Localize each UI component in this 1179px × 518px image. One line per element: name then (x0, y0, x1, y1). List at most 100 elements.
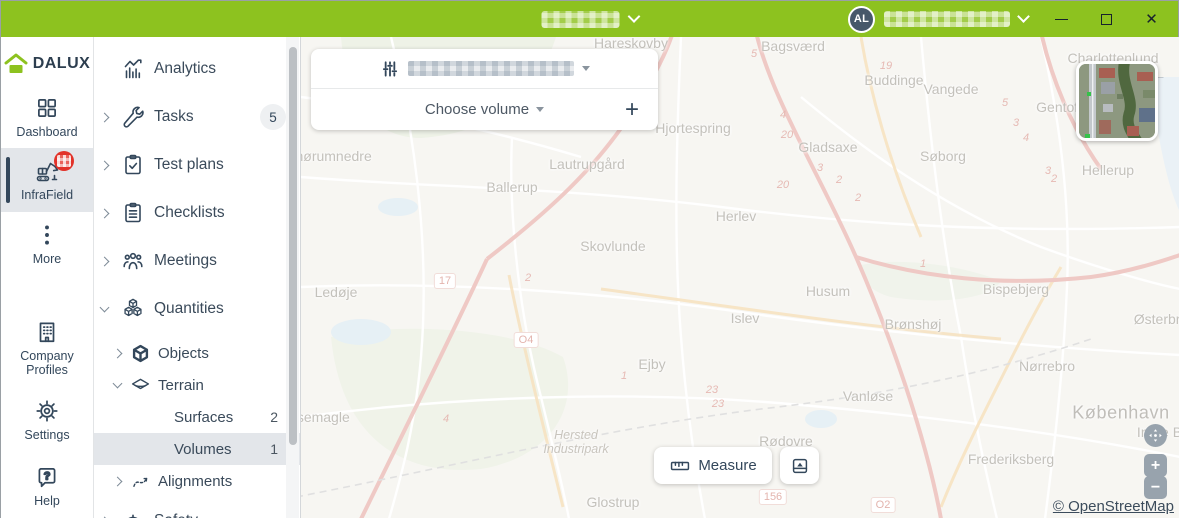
nav-item-label: Tasks (154, 108, 194, 126)
chevron-right-icon (101, 210, 121, 217)
nav-item-volumes[interactable]: Volumes1 (94, 433, 300, 465)
nav-item-quantities[interactable]: Quantities (94, 285, 300, 333)
nav-scrollbar (286, 37, 299, 518)
wrench-icon (121, 105, 145, 129)
project-dropdown[interactable] (541, 1, 638, 37)
nav-item-label: Quantities (154, 300, 224, 318)
measure-button[interactable]: Measure (654, 447, 772, 484)
model-volume-panel: Choose volume + (311, 49, 658, 130)
helmet-icon (121, 509, 145, 518)
count-badge: 5 (260, 104, 286, 130)
nav-item-test-plans[interactable]: Test plans (94, 141, 300, 189)
help-icon: ? (34, 464, 60, 490)
pan-mode-button[interactable] (1144, 424, 1167, 447)
chevron-right-icon (101, 258, 121, 265)
nav-item-meetings[interactable]: Meetings (94, 237, 300, 285)
add-volume-button[interactable]: + (615, 89, 649, 130)
ruler-icon (669, 455, 691, 477)
project-name-redacted (541, 11, 619, 28)
close-button[interactable]: ✕ (1129, 1, 1174, 37)
nav-item-label: Checklists (154, 204, 225, 222)
svg-text:?: ? (44, 470, 51, 482)
item-count: 2 (270, 409, 278, 425)
caret-down-icon (536, 107, 544, 112)
zoom-out-button[interactable]: − (1144, 476, 1167, 499)
minimap-satellite-toggle[interactable] (1076, 61, 1158, 141)
nav-item-alignments[interactable]: Alignments (94, 465, 300, 497)
terrain-icon (130, 375, 151, 396)
rail-item-label: Settings (24, 428, 69, 442)
excavator-icon (34, 158, 60, 184)
basemap-button[interactable] (780, 447, 819, 484)
user-name-redacted (884, 11, 1010, 27)
nav-item-label: Alignments (158, 473, 232, 490)
rail-item-help[interactable]: ? Help (1, 454, 93, 517)
logo-text: DALUX (33, 55, 91, 73)
chevron-right-icon (101, 114, 121, 121)
nav-item-safety[interactable]: Safety (94, 497, 300, 518)
nav-item-label: Safety (154, 512, 198, 518)
basemap-icon (789, 455, 811, 477)
nav-item-objects[interactable]: Objects (94, 337, 300, 369)
window-controls: ✕ (1039, 1, 1174, 37)
avatar: AL (848, 6, 875, 33)
nav-item-analytics[interactable]: Analytics (94, 45, 300, 93)
minimap-image (1079, 64, 1158, 141)
item-count: 1 (270, 441, 278, 457)
building-icon (34, 319, 60, 345)
nav-item-tasks[interactable]: Tasks 5 (94, 93, 300, 141)
rail-item-label: Help (34, 494, 60, 508)
maximize-icon (1101, 14, 1112, 25)
chevron-down-icon (1017, 10, 1030, 23)
minimize-button[interactable] (1039, 1, 1084, 37)
chevron-right-icon (114, 478, 130, 485)
rail-item-company-profiles[interactable]: Company Profiles (1, 309, 93, 387)
nav-item-checklists[interactable]: Checklists (94, 189, 300, 237)
zoom-in-button[interactable]: + (1144, 454, 1167, 477)
alignments-icon (130, 471, 151, 492)
rail-item-label: More (33, 252, 61, 266)
maximize-button[interactable] (1084, 1, 1129, 37)
osm-attribution-link[interactable]: © OpenStreetMap (1053, 498, 1174, 515)
rail-item-settings[interactable]: Settings (1, 388, 93, 451)
rail-item-dashboard[interactable]: Dashboard (1, 85, 93, 148)
dashboard-grid-icon (34, 95, 60, 121)
nav-item-label: Surfaces (174, 409, 233, 426)
nav-item-label: Terrain (158, 377, 204, 394)
caret-down-icon (582, 66, 590, 71)
rail-item-more[interactable]: More (1, 212, 93, 275)
nav-item-surfaces[interactable]: Surfaces 2 (94, 401, 300, 433)
nav-item-label: Test plans (154, 156, 224, 174)
close-icon: ✕ (1145, 12, 1158, 27)
rail-item-label: Dashboard (16, 125, 77, 139)
dalux-logo[interactable]: DALUX (1, 53, 93, 75)
nav-scrollbar-thumb[interactable] (289, 47, 297, 445)
chevron-down-icon (114, 383, 130, 387)
app-window: AL ✕ DALUX Dashboard InfraField More Compa… (0, 0, 1179, 518)
tune-icon (380, 59, 400, 79)
chevron-down-icon (627, 10, 640, 23)
rail-item-infrafield[interactable]: InfraField (1, 148, 93, 211)
notification-badge (54, 151, 74, 171)
rail-item-label: Company Profiles (10, 349, 84, 378)
gear-icon (34, 398, 60, 424)
measure-label: Measure (698, 457, 756, 474)
model-name-redacted (408, 61, 574, 76)
nav-item-terrain[interactable]: Terrain (94, 369, 300, 401)
choose-volume-dropdown[interactable]: Choose volume (425, 101, 529, 118)
clipboard-list-icon (121, 201, 145, 225)
ellipsis-vertical-icon (34, 222, 60, 248)
dalux-house-icon (4, 53, 28, 75)
user-menu[interactable]: AL (848, 1, 1028, 37)
nav-item-label: Analytics (154, 60, 216, 78)
nav-item-label: Objects (158, 345, 209, 362)
clipboard-check-icon (121, 153, 145, 177)
model-dropdown[interactable] (311, 49, 658, 89)
left-rail: DALUX Dashboard InfraField More Company Pr… (1, 37, 94, 518)
chevron-right-icon (114, 350, 130, 357)
analytics-icon (121, 57, 145, 81)
map-canvas[interactable]: HareskovbyBagsværdCharlottenlundBuddinge… (301, 37, 1179, 518)
pan-move-icon (1147, 427, 1164, 444)
nav-panel: Analytics Tasks 5 Test plans Checklists Meeti… (94, 37, 301, 518)
titlebar: AL ✕ (1, 1, 1178, 37)
